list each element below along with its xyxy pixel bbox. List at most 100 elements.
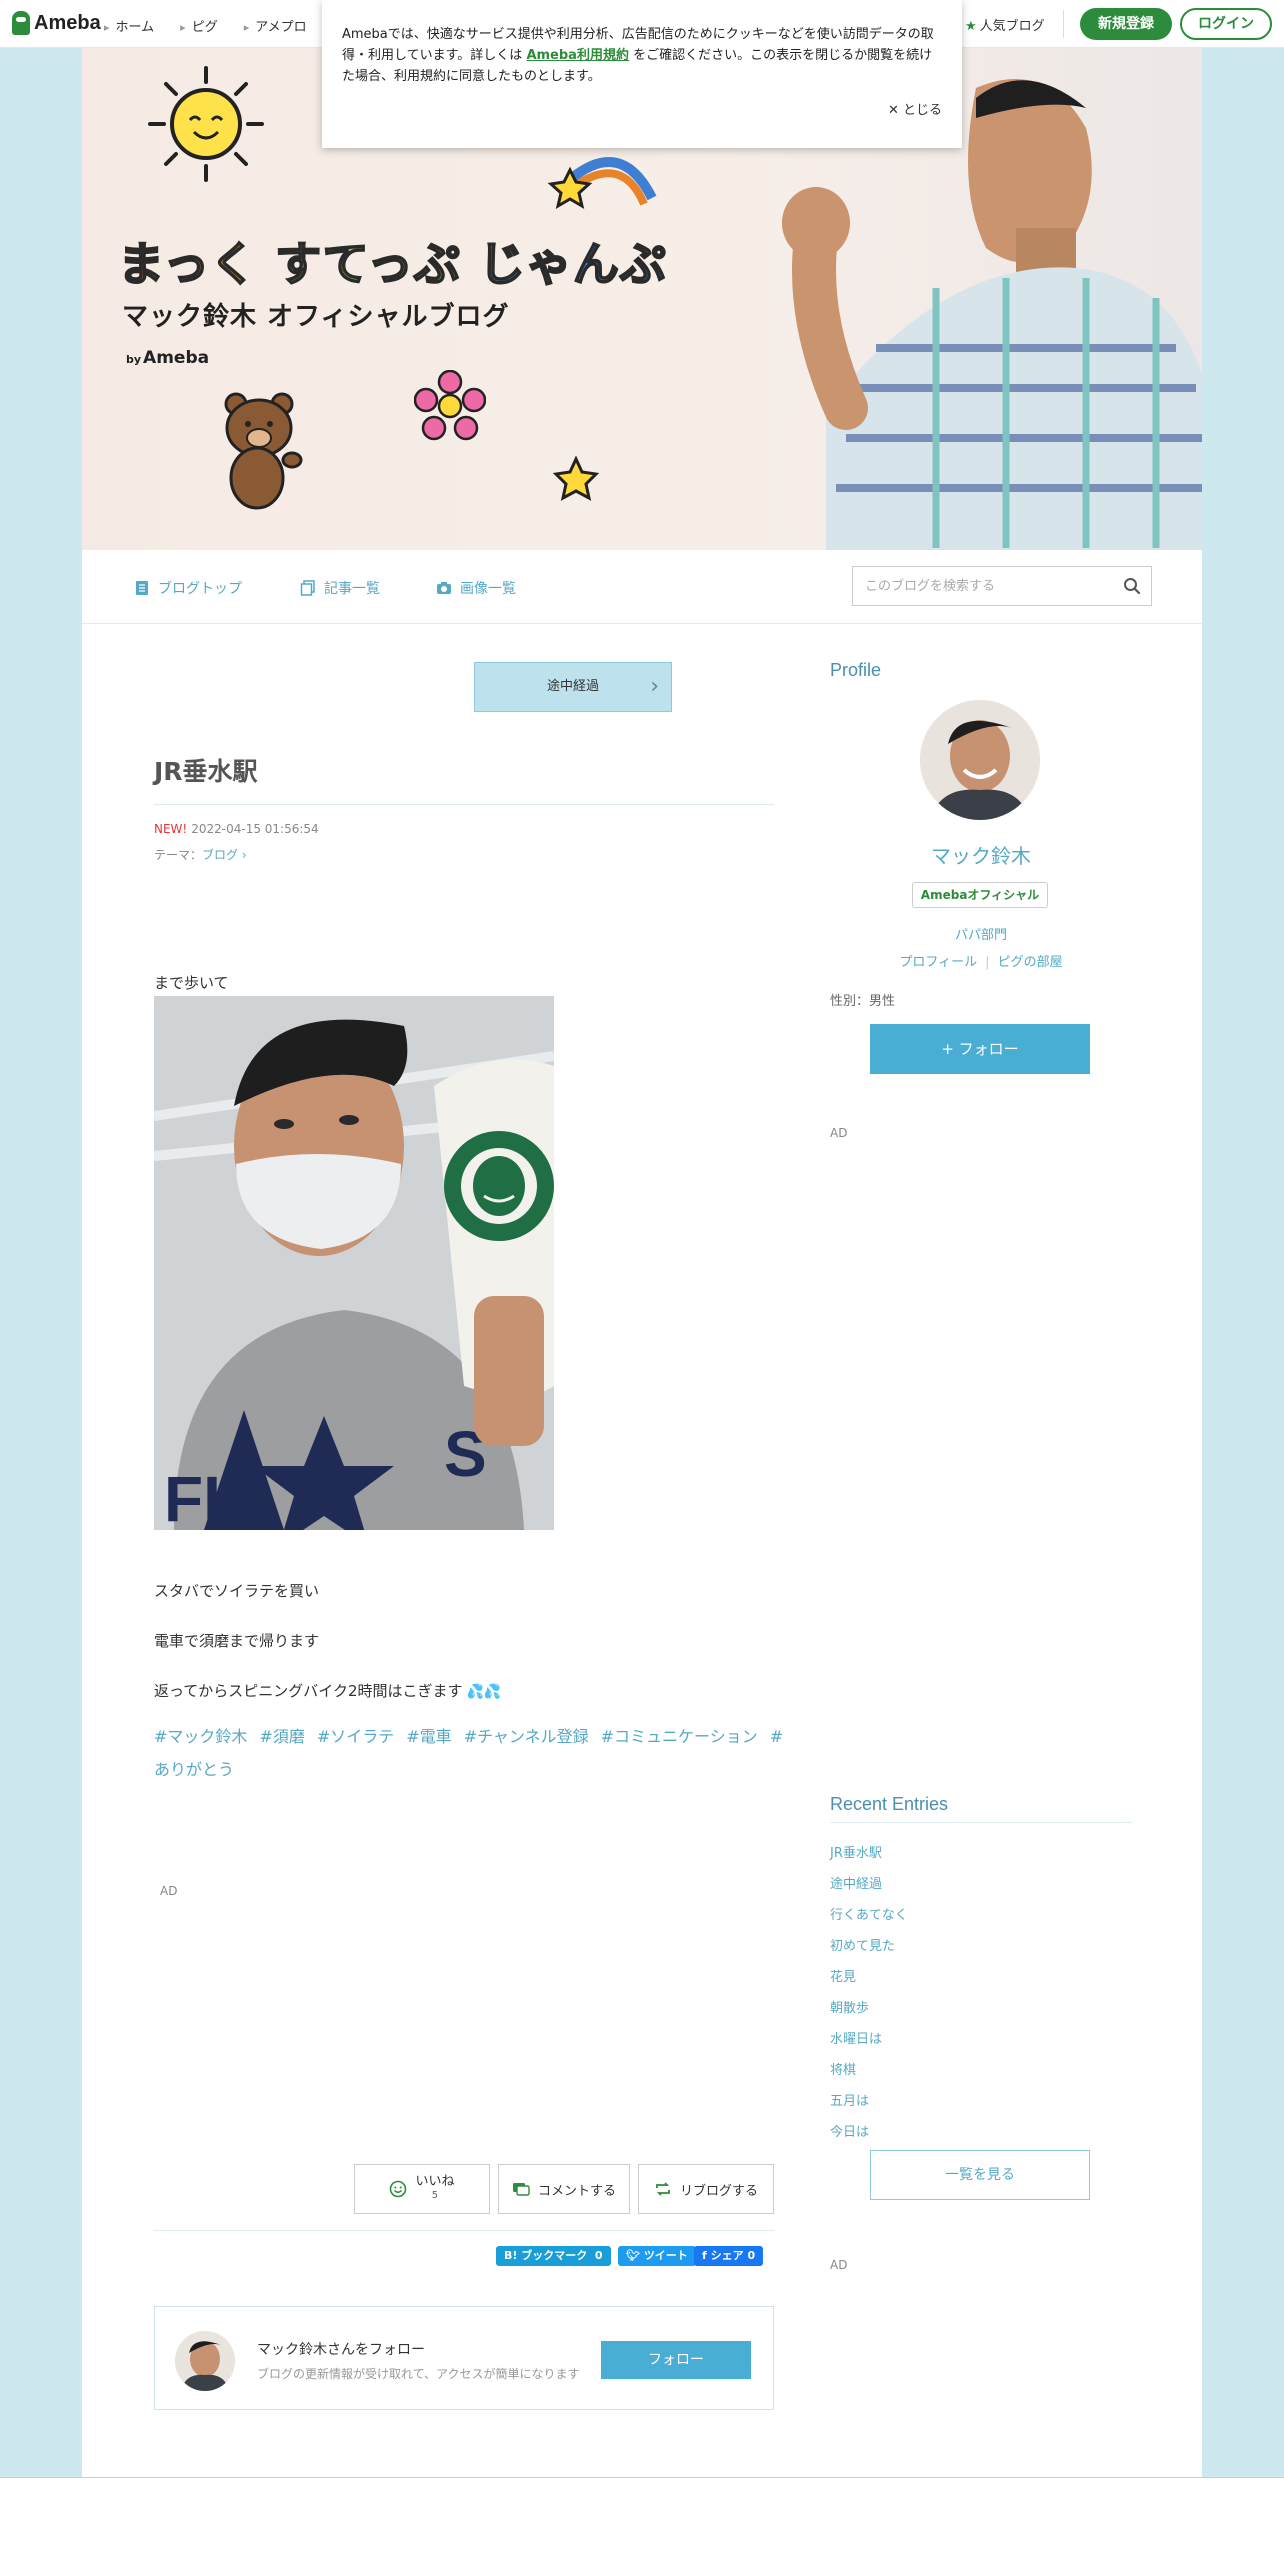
page-footer [0,2478,1284,2568]
hashtag-link[interactable]: #コミュニケーション [601,1727,758,1746]
recent-entries-heading: Recent Entries [830,1794,949,1814]
article-line: まで歩いて [154,974,229,992]
profile-name[interactable]: マック鈴木 [830,840,1132,869]
tweet-label: ツイート [643,2249,688,2262]
terms-link[interactable]: Ameba利用規約 [526,48,629,63]
reblog-button[interactable]: リブログする [638,2164,774,2214]
recent-entry-link[interactable]: 初めて見た [830,1931,908,1962]
like-count: 5 [431,2190,439,2201]
ameba-logo[interactable]: Ameba [12,11,101,35]
hashtag-link[interactable]: #チャンネル登録 [464,1727,589,1746]
nav-home[interactable]: ホーム [104,16,155,35]
avatar-image [175,2331,235,2391]
ad-label: AD [160,1884,178,1898]
cookie-close-button[interactable]: ✕ とじる [888,100,942,121]
profile-link[interactable]: プロフィール [899,955,977,970]
document-icon [136,581,148,595]
pigg-room-link[interactable]: ピグの部屋 [998,955,1063,970]
previous-entry-label: 途中経過 [546,679,599,694]
svg-text:FID: FID [164,1463,267,1530]
hashtag-link[interactable]: #須磨 [259,1727,304,1746]
recent-entry-link[interactable]: 今日は [830,2117,908,2148]
profile-avatar[interactable] [920,700,1040,820]
facebook-icon: f [702,2249,707,2262]
ameba-logo-icon [12,11,30,35]
nav-blog-top[interactable]: ブログトップ [134,578,242,598]
tweet-button[interactable]: 🐦︎ ツイート [618,2246,696,2266]
recent-entry-link[interactable]: 将棋 [830,2055,908,2086]
hashtag-link[interactable]: #マック鈴木 [154,1727,247,1746]
close-icon: ✕ [887,103,903,118]
blog-search [852,566,1152,606]
divider [154,2230,774,2231]
recent-entry-link[interactable]: 水曜日は [830,2024,908,2055]
reblog-icon [656,2182,670,2196]
recent-entry-link[interactable]: 行くあてなく [830,1900,908,1931]
follow-card: マック鈴木さんをフォロー ブログの更新情報が受け取れて、アクセスが簡単になります… [154,2306,774,2410]
blog-subtitle: マック鈴木 オフィシャルブログ [122,302,510,332]
see-all-entries-button[interactable]: 一覧を見る [870,2150,1090,2200]
hatena-label: B! ブックマーク [504,2249,588,2262]
recent-entry-link[interactable]: 朝散歩 [830,1993,908,2024]
profile-gender: 性別：男性 [830,994,896,1009]
search-icon[interactable] [1123,577,1141,595]
star-icon: ★ [965,19,977,34]
by-ameba-label: by Ameba [126,348,209,368]
hashtag-link[interactable]: #電車 [406,1727,451,1746]
fb-share-count: 0 [747,2249,756,2262]
divider [154,804,774,805]
login-button[interactable]: ログイン [1180,8,1272,40]
recent-entry-link[interactable]: 途中経過 [830,1869,908,1900]
by-label: by [126,353,142,366]
follow-description: ブログの更新情報が受け取れて、アクセスが簡単になります [257,2367,580,2381]
article-line: 返ってからスピニングバイク2時間はこぎます 💦💦 [154,1680,501,1701]
avatar [175,2331,235,2391]
recent-entry-link[interactable]: 五月は [830,2086,908,2117]
official-badge: Amebaオフィシャル [912,882,1048,908]
sidebar-follow-button[interactable]: + フォロー [870,1024,1090,1074]
divider [830,1822,1132,1823]
comment-button[interactable]: コメントする [498,2164,630,2214]
nav-image-list[interactable]: 画像一覧 [436,578,516,598]
chevron-right-icon: › [650,674,659,699]
chevron-right-icon: › [238,848,247,862]
recent-entry-link[interactable]: 花見 [830,1962,908,1993]
previous-entry-button[interactable]: 途中経過 › [474,662,672,712]
ad-label: AD [830,2258,848,2272]
article-line: 電車で須磨まで帰ります [154,1632,320,1650]
recent-entries-list: JR垂水駅 途中経過 行くあてなく 初めて見た 花見 朝散歩 水曜日は 将棋 五… [830,1838,908,2148]
global-nav: ホーム ピグ アメプロ [104,16,307,35]
profile-links: プロフィール | ピグの部屋 [830,951,1132,970]
hatena-bookmark-button[interactable]: B! ブックマーク 0 [496,2246,611,2266]
nav-pigg[interactable]: ピグ [180,16,218,35]
recent-entry-link[interactable]: JR垂水駅 [830,1838,908,1869]
like-label-group: いいね 5 [415,2175,454,2203]
ameba-label: Ameba [143,348,210,368]
ameba-logo-text: Ameba [34,11,101,34]
facebook-share-button[interactable]: f シェア 0 [694,2246,764,2266]
nav-entry-list[interactable]: 記事一覧 [300,578,380,598]
profile-category[interactable]: パパ部門 [830,924,1132,943]
comment-label: コメントする [537,2183,616,2199]
ad-label: AD [830,1126,848,1140]
follow-button[interactable]: フォロー [601,2341,751,2379]
reblog-label: リブログする [679,2183,758,2199]
divider [1063,10,1064,38]
article-photo[interactable]: FID S [154,996,554,1530]
profile-heading: Profile [830,660,882,680]
theme-link[interactable]: ブログ [202,848,238,862]
cookie-consent-banner: Amebaでは、快適なサービス提供や利用分析、広告配信のためにクッキーなどを使い… [322,0,962,148]
blog-nav: ブログトップ 記事一覧 画像一覧 [82,550,1202,624]
like-button[interactable]: いいね 5 [354,2164,490,2214]
blog-search-input[interactable] [853,567,1103,605]
popular-blogs-link[interactable]: ★ 人気ブログ [965,15,1045,34]
popular-blogs-label: 人気ブログ [979,19,1045,34]
new-badge: NEW! [154,822,188,836]
article-title: JR垂水駅 [154,757,258,786]
register-button[interactable]: 新規登録 [1080,8,1172,40]
copy-icon [300,580,315,596]
hashtag-link[interactable]: #ソイラテ [317,1727,394,1746]
hatena-count: 0 [594,2249,603,2262]
bear-illustration [224,392,303,510]
nav-amepro[interactable]: アメプロ [244,16,306,35]
